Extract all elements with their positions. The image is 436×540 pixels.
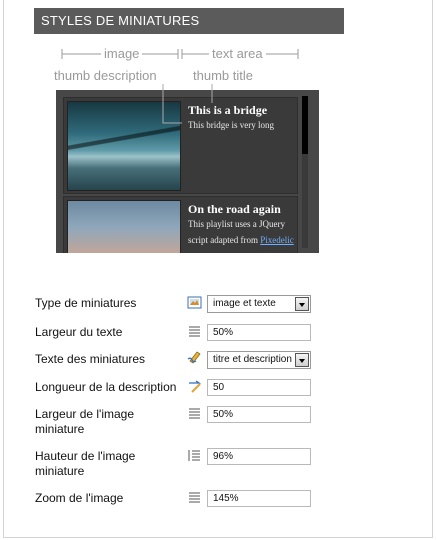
form-row-thumb-type: Type de miniatures image et texte [35,294,425,314]
image-height-label: Hauteur de l'image miniature [35,449,136,478]
chevron-down-icon[interactable] [295,353,309,367]
thumb-text-label: Texte des miniatures [35,352,146,366]
zoom-lines-icon [189,492,200,503]
thumb-text-value: titre et description [213,354,292,365]
form-row-description-length: Longueur de la description 50 [35,378,425,398]
length-arrow-icon [189,380,202,393]
height-lines-icon [188,450,200,461]
image-zoom-input[interactable]: 145% [207,490,311,507]
width-lines-icon [189,408,200,419]
text-edit-icon [187,351,201,364]
thumb-type-label: Type de miniatures [35,296,137,310]
form-row-text-width: Largeur du texte 50% [35,323,425,343]
image-width-input[interactable]: 50% [207,406,311,423]
form-row-image-height: Hauteur de l'image miniature 96% [35,447,425,479]
description-length-input[interactable]: 50 [207,379,311,396]
image-width-label: Largeur de l'image miniature [35,407,135,436]
image-zoom-label: Zoom de l'image [35,491,124,505]
form-row-image-zoom: Zoom de l'image 145% [35,489,425,509]
text-width-input[interactable]: 50% [207,324,311,341]
description-length-label: Longueur de la description [35,380,177,394]
thumbnail-type-icon [187,296,202,309]
thumb-text-select[interactable]: titre et description [207,351,311,369]
form-row-image-width: Largeur de l'image miniature 50% [35,405,425,437]
form-row-thumb-text: Texte des miniatures titre et descriptio… [35,350,425,370]
thumb-type-select[interactable]: image et texte [207,295,311,313]
thumb-type-value: image et texte [213,298,276,309]
image-height-input[interactable]: 96% [207,448,311,465]
text-width-label: Largeur du texte [35,325,123,339]
width-lines-icon [189,326,200,337]
chevron-down-icon[interactable] [295,297,309,311]
